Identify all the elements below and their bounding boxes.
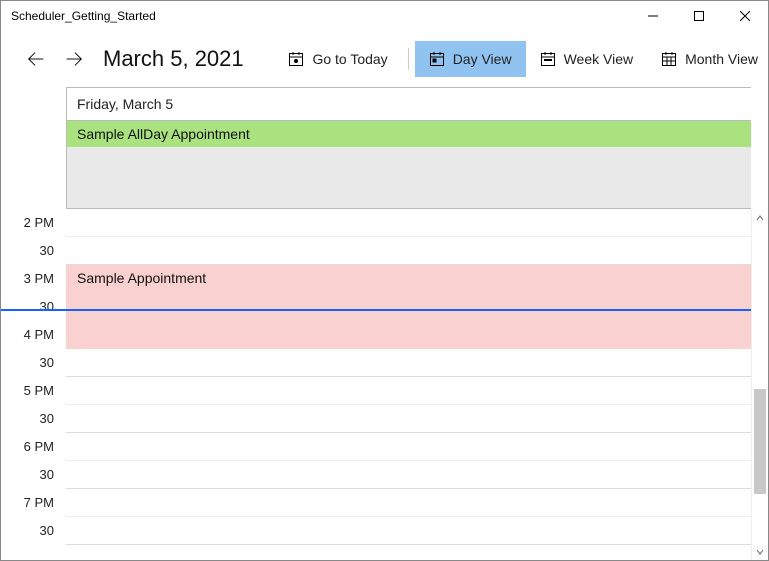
day-view-button[interactable]: Day View (415, 41, 526, 77)
toolbar-separator (408, 48, 409, 70)
day-view-label: Day View (453, 51, 512, 67)
allday-appointment[interactable]: Sample AllDay Appointment (67, 121, 751, 147)
day-column: Friday, March 5 Sample AllDay Appointmen… (66, 87, 751, 560)
timeslot[interactable] (66, 405, 751, 433)
time-label: 2 PM (1, 209, 66, 237)
maximize-icon (694, 11, 704, 21)
timeslot[interactable] (66, 433, 751, 461)
timeslot[interactable] (66, 237, 751, 265)
timeslot[interactable] (66, 489, 751, 517)
timeslot[interactable] (66, 377, 751, 405)
minimize-button[interactable] (630, 1, 676, 31)
time-gutter-header-spacer (1, 87, 66, 209)
time-label: 30 (1, 237, 66, 265)
time-label: 3 PM (1, 265, 66, 293)
window-controls (630, 1, 768, 31)
toolbar-actions: Go to Today Day View Week View Month Vie… (274, 41, 758, 77)
prev-date-button[interactable] (21, 44, 51, 74)
appointment[interactable]: Sample Appointment (66, 265, 751, 349)
timeslot[interactable] (66, 517, 751, 545)
time-label: 30 (1, 293, 66, 321)
scroll-up-button[interactable] (752, 209, 768, 226)
current-time-indicator (1, 309, 751, 311)
go-to-today-label: Go to Today (312, 51, 387, 67)
week-view-button[interactable]: Week View (526, 41, 648, 77)
chevron-up-icon (756, 214, 764, 222)
timeslot[interactable] (66, 349, 751, 377)
time-label: 30 (1, 405, 66, 433)
minimize-icon (648, 11, 658, 21)
scheduler-toolbar: March 5, 2021 Go to Today Day View Week … (1, 31, 768, 87)
current-date-title: March 5, 2021 (103, 46, 244, 72)
vertical-scrollbar[interactable] (751, 209, 768, 560)
chevron-down-icon (756, 548, 764, 556)
close-button[interactable] (722, 1, 768, 31)
calendar-month-icon (661, 51, 677, 67)
time-label: 7 PM (1, 489, 66, 517)
time-gutter: 2 PM 30 3 PM 30 4 PM 30 5 PM 30 6 PM 30 … (1, 209, 66, 560)
title-bar: Scheduler_Getting_Started (1, 1, 768, 31)
time-label: 5 PM (1, 377, 66, 405)
calendar-week-icon (540, 51, 556, 67)
timeslot[interactable] (66, 209, 751, 237)
day-header[interactable]: Friday, March 5 (66, 87, 751, 121)
close-icon (740, 11, 750, 21)
month-view-label: Month View (685, 51, 758, 67)
timeslot[interactable] (66, 461, 751, 489)
window-title: Scheduler_Getting_Started (11, 9, 156, 23)
time-label: 4 PM (1, 321, 66, 349)
arrow-left-icon (25, 48, 47, 70)
scroll-down-button[interactable] (752, 543, 768, 560)
maximize-button[interactable] (676, 1, 722, 31)
time-label: 30 (1, 517, 66, 545)
scrollbar-thumb[interactable] (754, 389, 766, 494)
calendar-day-icon (429, 51, 445, 67)
calendar-today-icon (288, 51, 304, 67)
next-date-button[interactable] (59, 44, 89, 74)
time-label: 6 PM (1, 433, 66, 461)
go-to-today-button[interactable]: Go to Today (274, 41, 401, 77)
arrow-right-icon (63, 48, 85, 70)
scheduler-main: 2 PM 30 3 PM 30 4 PM 30 5 PM 30 6 PM 30 … (1, 87, 768, 560)
allday-zone[interactable]: Sample AllDay Appointment (66, 121, 751, 209)
timeslot-grid[interactable]: Sample Appointment (66, 209, 751, 560)
month-view-button[interactable]: Month View (647, 41, 758, 77)
week-view-label: Week View (564, 51, 634, 67)
appointment-title: Sample Appointment (77, 270, 206, 286)
time-label: 30 (1, 349, 66, 377)
time-label: 30 (1, 461, 66, 489)
